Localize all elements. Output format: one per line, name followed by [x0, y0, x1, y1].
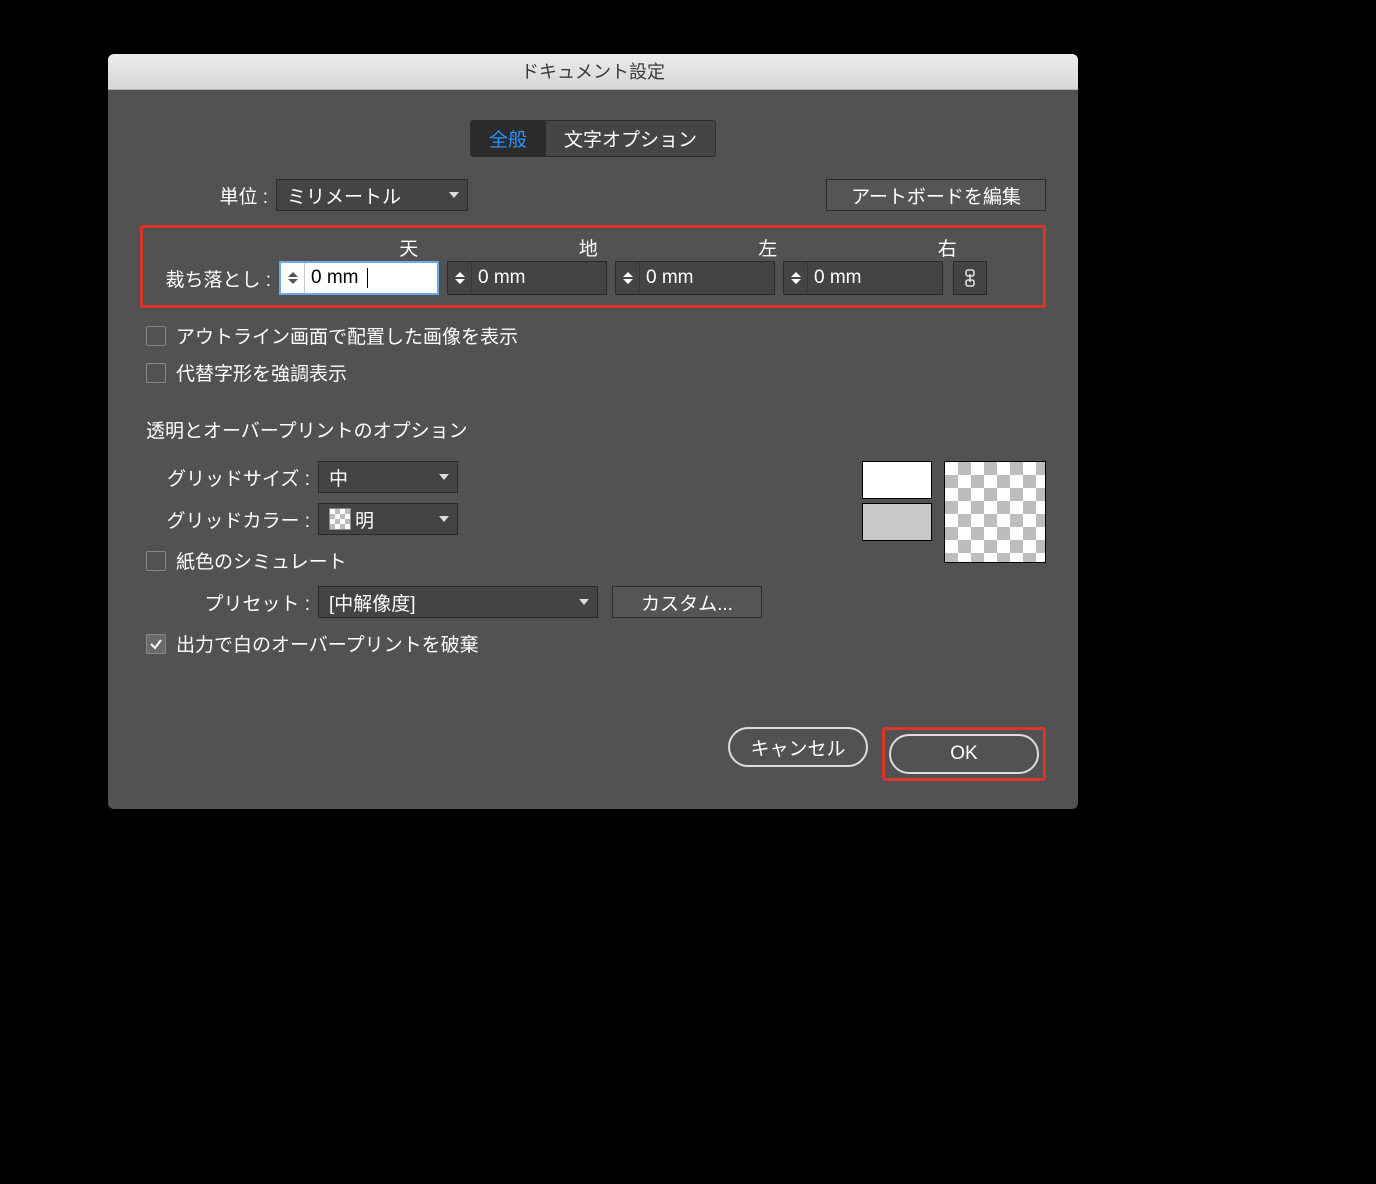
highlight-glyphs-checkbox[interactable] [146, 363, 166, 383]
grid-size-value: 中 [329, 464, 348, 491]
preset-value: [中解像度] [329, 589, 416, 616]
edit-artboards-button[interactable]: アートボードを編集 [826, 179, 1046, 211]
bleed-top-value[interactable]: 0 mm [305, 263, 437, 293]
show-images-outline-checkbox[interactable] [146, 326, 166, 346]
chevron-down-icon [449, 192, 459, 198]
show-images-outline-label: アウトライン画面で配置した画像を表示 [176, 322, 518, 349]
link-bleed-button[interactable] [953, 261, 987, 295]
tab-general[interactable]: 全般 [470, 120, 546, 157]
spinner-arrows-icon[interactable] [616, 262, 640, 294]
bleed-right-label: 右 [858, 234, 1038, 261]
custom-button[interactable]: カスタム... [612, 586, 762, 618]
discard-white-overprint-label: 出力で白のオーバープリントを破棄 [176, 630, 479, 657]
bleed-bottom-value[interactable]: 0 mm [472, 262, 606, 294]
spinner-arrows-icon[interactable] [281, 263, 305, 293]
units-label: 単位 : [140, 182, 268, 209]
grid-color-value: 明 [355, 506, 374, 533]
dialog-title: ドキュメント設定 [108, 54, 1078, 90]
grid-color-select[interactable]: 明 [318, 503, 458, 535]
bleed-top-label: 天 [319, 234, 499, 261]
units-value: ミリメートル [287, 182, 401, 209]
tab-bar: 全般 文字オプション [140, 120, 1046, 157]
bleed-bottom-label: 地 [499, 234, 679, 261]
swatch-gray[interactable] [862, 503, 932, 541]
overprint-section-label: 透明とオーバープリントのオプション [146, 416, 1046, 443]
bleed-bottom-stepper[interactable]: 0 mm [447, 261, 607, 295]
document-setup-dialog: ドキュメント設定 全般 文字オプション 単位 : ミリメートル アートボードを編… [108, 54, 1078, 809]
chevron-down-icon [439, 474, 449, 480]
bleed-right-value[interactable]: 0 mm [808, 262, 942, 294]
spinner-arrows-icon[interactable] [784, 262, 808, 294]
chevron-down-icon [579, 599, 589, 605]
highlight-glyphs-label: 代替字形を強調表示 [176, 359, 347, 386]
bleed-left-label: 左 [678, 234, 858, 261]
bleed-left-stepper[interactable]: 0 mm [615, 261, 775, 295]
simulate-paper-checkbox[interactable] [146, 551, 166, 571]
spinner-arrows-icon[interactable] [448, 262, 472, 294]
swatch-white[interactable] [862, 461, 932, 499]
link-icon [963, 269, 977, 287]
preset-label: プリセット : [140, 589, 310, 616]
ok-button[interactable]: OK [889, 734, 1039, 774]
tab-type-options[interactable]: 文字オプション [546, 120, 716, 157]
cancel-button[interactable]: キャンセル [728, 727, 868, 767]
discard-white-overprint-checkbox[interactable] [146, 634, 166, 654]
bleed-right-stepper[interactable]: 0 mm [783, 261, 943, 295]
grid-size-label: グリッドサイズ : [140, 464, 310, 491]
ok-highlight: OK [882, 727, 1046, 781]
checker-preview [944, 461, 1046, 563]
units-select[interactable]: ミリメートル [276, 179, 468, 211]
checker-swatch-icon [329, 508, 351, 530]
grid-size-select[interactable]: 中 [318, 461, 458, 493]
preset-select[interactable]: [中解像度] [318, 586, 598, 618]
bleed-label: 裁ち落とし : [149, 265, 271, 292]
grid-color-label: グリッドカラー : [140, 506, 310, 533]
bleed-highlight: 天 地 左 右 裁ち落とし : 0 mm 0 mm 0 mm [140, 225, 1046, 308]
transparency-preview [862, 461, 1046, 563]
chevron-down-icon [439, 516, 449, 522]
bleed-left-value[interactable]: 0 mm [640, 262, 774, 294]
simulate-paper-label: 紙色のシミュレート [176, 547, 347, 574]
bleed-top-stepper[interactable]: 0 mm [279, 261, 439, 295]
